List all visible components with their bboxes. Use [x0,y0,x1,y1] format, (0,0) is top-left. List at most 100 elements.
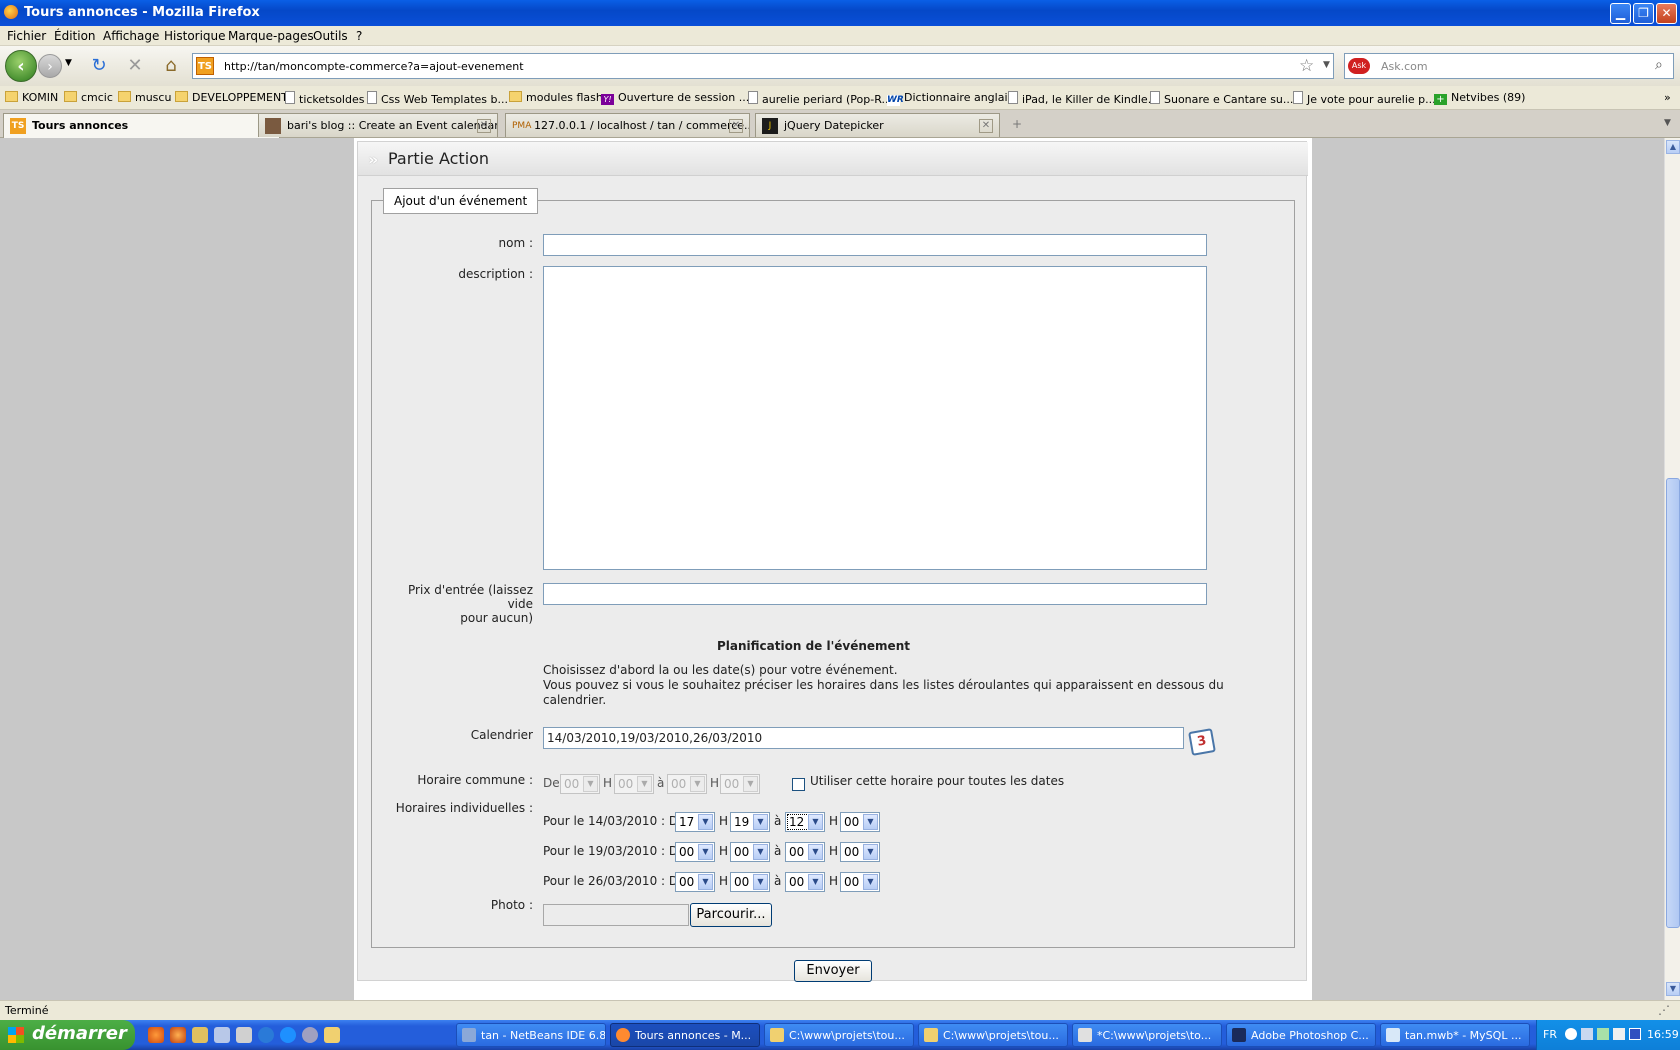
start-hour-select[interactable]: 00 ▼ [675,842,715,862]
bookmark-item[interactable]: Je vote pour aurelie p... [1293,91,1436,106]
ie-quicklaunch-icon[interactable] [258,1027,274,1043]
end-minute-select[interactable]: 00 ▼ [840,812,880,832]
search-engine-icon[interactable]: Ask [1348,58,1370,74]
bookmark-item[interactable]: aurelie periard (Pop-R... [748,91,892,106]
start-hour-select[interactable]: 00 ▼ [675,872,715,892]
start-hour-select[interactable]: 17 ▼ [675,812,715,832]
address-bar[interactable]: TS http://tan/moncompte-commerce?a=ajout… [192,53,1334,79]
end-minute-select[interactable]: 00 ▼ [840,842,880,862]
tab-baris-blog[interactable]: bari's blog :: Create an Event calendar … [258,113,498,137]
language-indicator[interactable]: FR [1543,1028,1557,1041]
taskbar-item[interactable]: tan.mwb* - MySQL ... [1380,1023,1530,1047]
start-minute-select[interactable]: 19 ▼ [730,812,770,832]
scroll-up-icon[interactable]: ▲ [1666,140,1680,154]
description-textarea[interactable] [543,266,1207,570]
common-time-checkbox[interactable] [792,778,805,791]
bookmark-item[interactable]: KOMIN [5,91,58,104]
tab-close-icon[interactable]: ✕ [979,119,993,133]
media-quicklaunch-icon[interactable] [302,1027,318,1043]
end-hour-select[interactable]: 00 ▼ [785,842,825,862]
start-minute-select[interactable]: 00 ▼ [730,842,770,862]
taskbar-item[interactable]: C:\www\projets\tou... [918,1023,1068,1047]
bookmark-item[interactable]: muscu [118,91,171,104]
menu-edition[interactable]: Édition [54,29,96,43]
end-hour-select[interactable]: 12 ▼ [785,812,825,832]
network-icon[interactable] [1581,1028,1593,1040]
submit-button[interactable]: Envoyer [794,960,872,982]
volume-icon[interactable] [1613,1028,1625,1040]
bookmark-item[interactable]: Y! Ouverture de session ... [601,91,749,105]
bookmark-item[interactable]: cmcic [64,91,113,104]
bookmark-item[interactable]: DEVELOPPEMENT [175,91,288,104]
maximize-button[interactable]: ❐ [1633,3,1654,24]
bookmark-item[interactable]: + Netvibes (89) [1434,91,1525,105]
nom-input[interactable] [543,234,1207,256]
calendar-input[interactable]: 14/03/2010,19/03/2010,26/03/2010 [543,727,1184,749]
photo-file-input[interactable] [543,904,689,926]
tab-list-icon[interactable]: ▼ [1664,118,1671,128]
new-tab-icon[interactable]: + [1012,117,1022,131]
user-quicklaunch-icon[interactable] [192,1027,208,1043]
tab-tours-annonces[interactable]: TS Tours annonces ✕ [3,113,280,138]
browse-button[interactable]: Parcourir... [690,903,772,927]
bookmark-item[interactable]: iPad, le Killer de Kindle... [1008,91,1158,106]
home-icon[interactable]: ⌂ [160,55,182,77]
back-button[interactable]: ‹ [5,50,37,82]
tab-phpmyadmin[interactable]: PMA 127.0.0.1 / localhost / tan / commer… [505,113,750,137]
bookmark-item[interactable]: modules flash [509,91,603,104]
bookmark-item[interactable]: Suonare e Cantare su... [1150,91,1293,106]
menu-historique[interactable]: Historique [164,29,226,43]
scroll-down-icon[interactable]: ▼ [1666,982,1680,996]
common-start-minute-select[interactable]: 00 ▼ [614,774,654,794]
search-icon[interactable]: ⌕ [1655,57,1663,73]
history-dropdown-icon[interactable]: ▼ [65,58,72,68]
start-button[interactable]: démarrer [0,1020,135,1050]
menu-outils[interactable]: Outils [313,29,348,43]
end-minute-select[interactable]: 00 ▼ [840,872,880,892]
firefox-quicklaunch-icon[interactable] [148,1027,164,1043]
tray-expand-icon[interactable] [1565,1028,1577,1040]
security-icon[interactable] [1629,1028,1641,1040]
bookmarks-overflow-icon[interactable]: » [1664,91,1671,104]
end-hour-select[interactable]: 00 ▼ [785,872,825,892]
taskbar-item[interactable]: tan - NetBeans IDE 6.8 [456,1023,606,1047]
url-dropdown-icon[interactable]: ▼ [1323,60,1330,70]
bookmark-item[interactable]: Css Web Templates b... [367,91,508,106]
tab-close-icon[interactable]: ✕ [729,119,743,133]
taskbar-item[interactable]: Adobe Photoshop C... [1226,1023,1376,1047]
start-minute-select[interactable]: 00 ▼ [730,872,770,892]
close-window-button[interactable]: ✕ [1656,3,1677,24]
stop-icon[interactable]: ✕ [124,55,146,77]
bookmark-item[interactable]: WRDictionnaire anglais [887,91,1013,106]
search-bar[interactable]: Ask Ask.com ⌕ [1344,53,1674,79]
address-url[interactable]: http://tan/moncompte-commerce?a=ajout-ev… [224,60,524,73]
reload-icon[interactable]: ↻ [88,55,110,77]
search-input[interactable]: Ask.com [1381,60,1428,73]
folder-quicklaunch-icon[interactable] [324,1027,340,1043]
menu-marque-pages[interactable]: Marque-pages [228,29,314,43]
scrollbar-thumb[interactable] [1666,478,1680,928]
vertical-scrollbar[interactable]: ▲ ▼ [1664,138,1680,1000]
menu-help[interactable]: ? [356,29,362,43]
bookmark-star-icon[interactable]: ☆ [1299,56,1314,76]
calendar-icon[interactable]: 3 [1188,728,1216,756]
bookmark-item[interactable]: ticketsoldes [285,91,364,106]
common-end-hour-select[interactable]: 00 ▼ [667,774,707,794]
menu-fichier[interactable]: Fichier [7,29,46,43]
taskbar-item[interactable]: *C:\www\projets\to... [1072,1023,1222,1047]
taskbar-item[interactable]: Tours annonces - M... [610,1023,760,1047]
clock[interactable]: 16:59 [1647,1028,1679,1041]
ie-alt-quicklaunch-icon[interactable] [280,1027,296,1043]
tab-close-icon[interactable]: ✕ [477,119,491,133]
prix-input[interactable] [543,583,1207,605]
minimize-button[interactable]: ▁ [1610,3,1631,24]
tab-jquery-datepicker[interactable]: J jQuery Datepicker ✕ [755,113,1000,137]
editor-quicklaunch-icon[interactable] [236,1027,252,1043]
firefox-alt-quicklaunch-icon[interactable] [170,1027,186,1043]
common-end-minute-select[interactable]: 00 ▼ [720,774,760,794]
tools-quicklaunch-icon[interactable] [214,1027,230,1043]
menu-affichage[interactable]: Affichage [103,29,159,43]
tray-app-icon[interactable] [1597,1028,1609,1040]
common-start-hour-select[interactable]: 00 ▼ [560,774,600,794]
resize-grip-icon[interactable]: ⋰ [1658,1003,1670,1017]
